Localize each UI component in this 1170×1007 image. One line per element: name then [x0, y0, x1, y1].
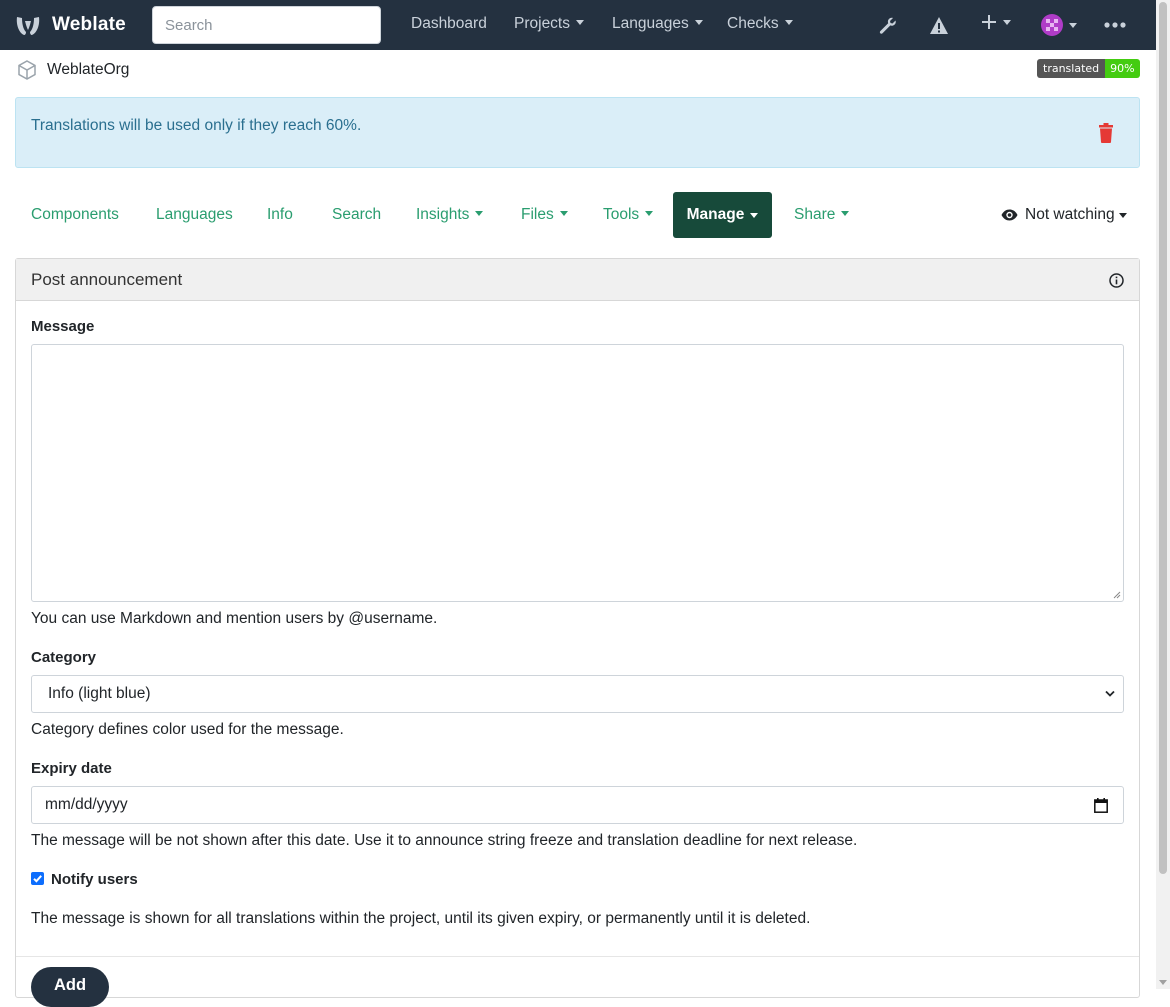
- panel-divider: [16, 956, 1139, 957]
- watch-dropdown[interactable]: Not watching: [1001, 206, 1127, 224]
- caret-down-icon: [784, 20, 793, 25]
- nav-checks-label: Checks: [727, 15, 779, 32]
- tab-languages[interactable]: Languages: [156, 206, 233, 224]
- caret-down-icon: [475, 211, 484, 216]
- notify-users-checkbox[interactable]: [31, 872, 44, 885]
- calendar-icon[interactable]: [1094, 798, 1108, 813]
- badge-label: translated: [1037, 59, 1106, 78]
- panel-title: Post announcement: [31, 270, 183, 289]
- tab-manage-label: Manage: [686, 206, 745, 223]
- organization-icon: [18, 60, 36, 80]
- caret-down-icon: [841, 211, 850, 216]
- caret-down-icon: [559, 211, 568, 216]
- info-icon[interactable]: [1109, 273, 1124, 288]
- tab-files[interactable]: Files: [521, 206, 568, 224]
- message-textarea[interactable]: [31, 344, 1124, 602]
- nav-dashboard-label: Dashboard: [411, 15, 487, 32]
- expiry-help-text: The message will be not shown after this…: [31, 832, 858, 849]
- add-dropdown[interactable]: [981, 14, 1011, 32]
- add-button[interactable]: Add: [31, 967, 109, 1007]
- nav-projects-label: Projects: [514, 15, 570, 32]
- nav-languages-dropdown[interactable]: Languages: [612, 15, 703, 33]
- weblate-logo-icon: [16, 17, 40, 35]
- brand-name: Weblate: [52, 14, 126, 35]
- caret-down-icon: [750, 212, 759, 218]
- tab-components[interactable]: Components: [31, 206, 119, 224]
- caret-down-icon: [694, 20, 703, 25]
- tab-tools[interactable]: Tools: [603, 206, 654, 224]
- footer-help-text: The message is shown for all translation…: [31, 910, 811, 927]
- user-menu-dropdown[interactable]: [1041, 14, 1077, 36]
- tab-manage[interactable]: Manage: [673, 192, 772, 238]
- scrollbar-thumb[interactable]: [1159, 2, 1167, 874]
- brand-link[interactable]: Weblate: [14, 11, 126, 39]
- breadcrumb: WeblateOrg: [16, 59, 129, 81]
- translation-status-badge[interactable]: translated 90%: [1037, 59, 1140, 78]
- category-label: Category: [31, 649, 97, 666]
- category-help-text: Category defines color used for the mess…: [31, 721, 344, 738]
- page-scrollbar[interactable]: [1156, 0, 1170, 989]
- badge-value: 90%: [1105, 59, 1140, 78]
- wrench-icon[interactable]: [878, 16, 898, 36]
- top-navbar: Weblate Dashboard Projects Languages Che…: [0, 0, 1156, 50]
- caret-down-icon: [1118, 212, 1127, 218]
- tab-files-label: Files: [521, 206, 554, 223]
- expiry-label: Expiry date: [31, 760, 112, 777]
- checkmark-icon: [33, 875, 42, 883]
- tab-share[interactable]: Share: [794, 206, 850, 224]
- message-label: Message: [31, 318, 95, 335]
- tab-insights-label: Insights: [416, 206, 470, 223]
- nav-dashboard-link[interactable]: Dashboard: [411, 15, 487, 33]
- tab-share-label: Share: [794, 206, 836, 223]
- nav-search-input[interactable]: [152, 6, 381, 44]
- chevron-down-icon: [1105, 690, 1115, 697]
- watch-label: Not watching: [1025, 206, 1115, 223]
- caret-down-icon: [576, 20, 584, 25]
- notify-users-label[interactable]: Notify users: [51, 871, 138, 888]
- panel-header: Post announcement: [16, 259, 1139, 301]
- category-selected-value: Info (light blue): [48, 685, 151, 702]
- eye-icon: [1001, 209, 1018, 221]
- tab-search[interactable]: Search: [332, 206, 381, 224]
- avatar: [1041, 14, 1063, 36]
- more-icon[interactable]: [1104, 22, 1126, 28]
- breadcrumb-org-link[interactable]: WeblateOrg: [47, 61, 129, 79]
- alert-message: Translations will be used only if they r…: [31, 117, 362, 134]
- tab-tools-label: Tools: [603, 206, 640, 223]
- tab-info[interactable]: Info: [267, 206, 293, 224]
- trash-icon[interactable]: [1098, 123, 1114, 143]
- resize-handle-icon[interactable]: [1113, 591, 1121, 599]
- message-help-text: You can use Markdown and mention users b…: [31, 610, 438, 627]
- caret-down-icon: [645, 211, 654, 216]
- warning-icon[interactable]: [929, 16, 949, 35]
- expiry-placeholder: mm/dd/yyyy: [45, 796, 128, 813]
- plus-icon: [982, 15, 996, 29]
- tab-insights[interactable]: Insights: [416, 206, 484, 224]
- nav-languages-label: Languages: [612, 15, 689, 32]
- nav-checks-dropdown[interactable]: Checks: [727, 15, 793, 33]
- expiry-date-input[interactable]: mm/dd/yyyy: [31, 786, 1124, 824]
- nav-projects-dropdown[interactable]: Projects: [514, 15, 584, 33]
- scroll-down-arrow-icon[interactable]: [1159, 980, 1167, 985]
- info-alert: Translations will be used only if they r…: [15, 97, 1140, 168]
- caret-down-icon: [1069, 23, 1077, 28]
- caret-down-icon: [1003, 20, 1011, 25]
- category-select[interactable]: Info (light blue): [31, 675, 1124, 713]
